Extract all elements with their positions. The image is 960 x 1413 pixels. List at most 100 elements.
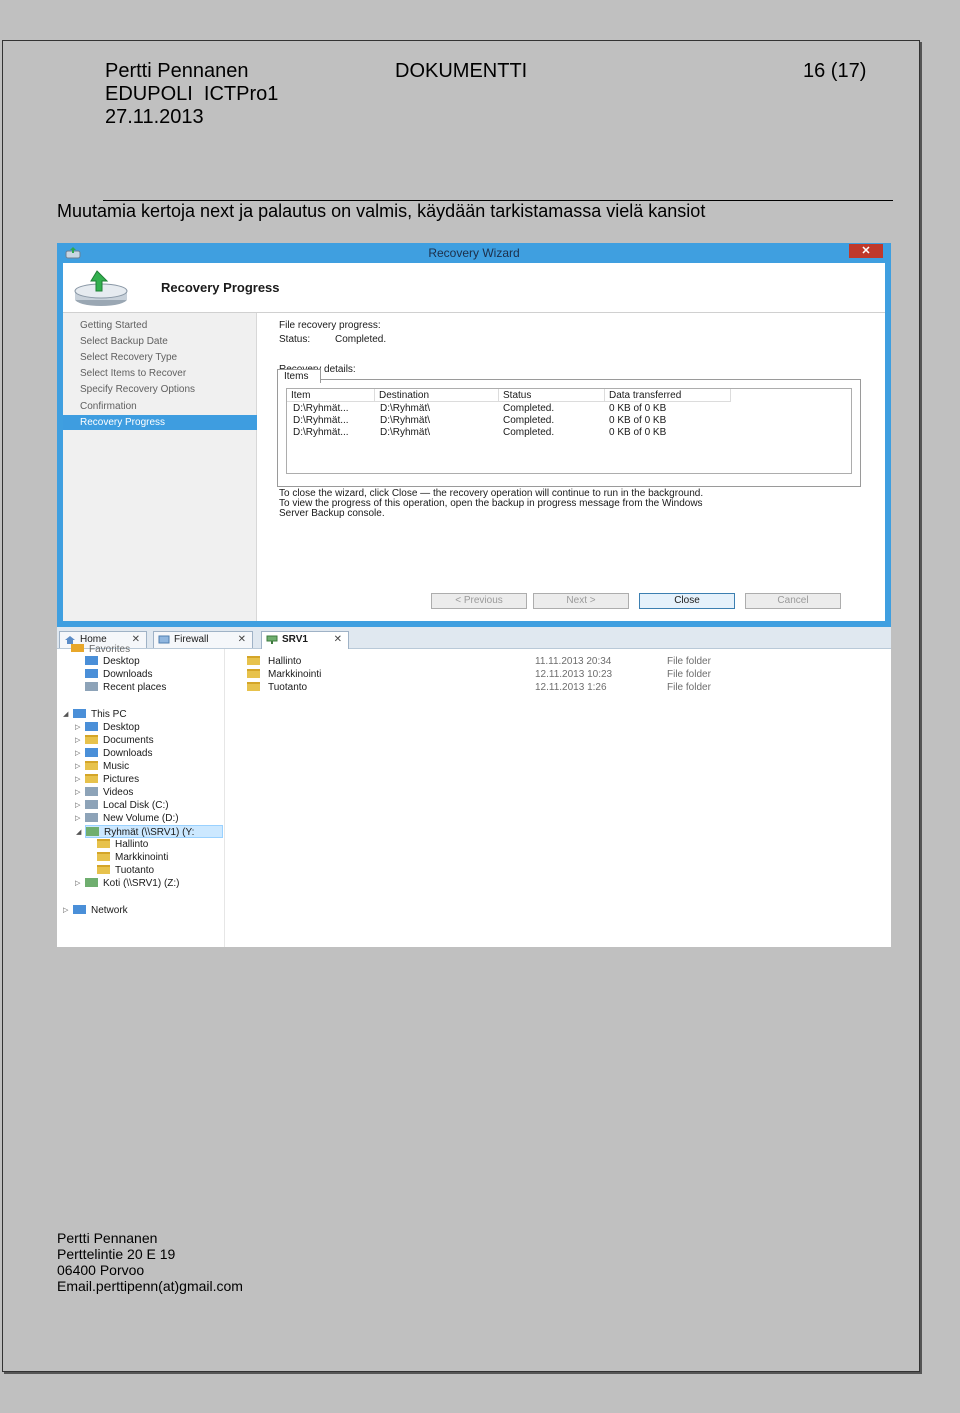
tree-label: Hallinto	[115, 839, 149, 850]
screenshot-panel: Recovery Wizard ✕ Recovery Progress Gett…	[57, 243, 891, 947]
close-icon[interactable]: ✕	[849, 244, 883, 258]
folder-icon	[97, 839, 110, 848]
column-data-transferred[interactable]: Data transferred	[605, 389, 731, 402]
recovery-wizard-window: Recovery Wizard ✕ Recovery Progress Gett…	[57, 243, 891, 627]
tree-item-ryhmat-drive[interactable]: ◢ Ryhmät (\\SRV1) (Y:	[76, 825, 223, 838]
cell-destination: D:\Ryhmät\	[380, 427, 431, 438]
tab-firewall[interactable]: Firewall ✕	[153, 631, 253, 648]
document-date: 27.11.2013	[105, 106, 204, 128]
cell-status: Completed.	[503, 403, 555, 414]
tree-label: Pictures	[103, 774, 140, 785]
tree-item-local-disk[interactable]: ▷ Local Disk (C:)	[75, 799, 169, 812]
collapsed-arrow-icon: ▷	[75, 750, 81, 757]
footer-name: Pertti Pennanen	[57, 1230, 158, 1246]
step-recovery-progress[interactable]: Recovery Progress	[63, 415, 257, 430]
file-date: 12.11.2013 1:26	[535, 682, 607, 693]
step-confirmation[interactable]: Confirmation	[63, 399, 257, 414]
tree-label: Markkinointi	[115, 852, 169, 863]
status-value: Completed.	[335, 334, 387, 345]
tree-favorites[interactable]: Favorites	[71, 643, 130, 652]
tree-item-desktop[interactable]: Desktop	[85, 655, 140, 668]
music-icon	[85, 761, 98, 770]
cell-status: Completed.	[503, 415, 555, 426]
collapsed-arrow-icon: ▷	[75, 763, 81, 770]
cell-status: Completed.	[503, 427, 555, 438]
file-type: File folder	[667, 682, 711, 693]
tree-label: Koti (\\SRV1) (Z:)	[103, 878, 180, 889]
tree-item-koti-drive[interactable]: ▷ Koti (\\SRV1) (Z:)	[75, 877, 180, 890]
author-name: Pertti Pennanen	[105, 60, 249, 82]
wizard-content: File recovery progress: Status: Complete…	[257, 313, 885, 621]
next-button[interactable]: Next >	[533, 593, 629, 609]
file-name: Tuotanto	[268, 682, 308, 693]
collapsed-arrow-icon: ▷	[75, 880, 81, 887]
desktop-icon	[85, 722, 98, 731]
tree-label: Documents	[103, 735, 154, 746]
downloads-icon	[85, 669, 98, 678]
pictures-icon	[85, 774, 98, 783]
organization: EDUPOLI ICTPro1	[105, 83, 279, 105]
wizard-body: Recovery Progress Getting Started Select…	[63, 263, 885, 621]
computer-icon	[73, 709, 86, 718]
collapsed-arrow-icon: ▷	[75, 789, 81, 796]
tree-label: New Volume (D:)	[103, 813, 179, 824]
tree-item-documents[interactable]: ▷ Documents	[75, 734, 154, 747]
tree-label: Music	[103, 761, 130, 772]
tree-item-tuotanto[interactable]: Tuotanto	[97, 864, 154, 877]
tree-label: Network	[91, 905, 128, 916]
step-recovery-options[interactable]: Specify Recovery Options	[63, 382, 257, 397]
file-row-tuotanto[interactable]: Tuotanto	[247, 681, 307, 694]
file-row-markkinointi[interactable]: Markkinointi	[247, 668, 321, 681]
status-label: Status:	[279, 334, 311, 345]
document-page: Pertti Pennanen EDUPOLI ICTPro1 27.11.20…	[2, 40, 920, 1372]
close-icon[interactable]: ✕	[334, 632, 342, 647]
tree-item-markkinointi[interactable]: Markkinointi	[97, 851, 168, 864]
tree-item-new-volume[interactable]: ▷ New Volume (D:)	[75, 812, 179, 825]
items-tab[interactable]: Items	[277, 369, 321, 383]
close-button[interactable]: Close	[639, 593, 735, 609]
tree-item-hallinto[interactable]: Hallinto	[97, 838, 148, 851]
folder-icon	[97, 852, 110, 861]
column-destination[interactable]: Destination	[375, 389, 499, 402]
folder-icon	[247, 669, 260, 678]
column-status[interactable]: Status	[499, 389, 605, 402]
footer-city: 06400 Porvoo	[57, 1262, 145, 1278]
network-drive-icon	[266, 635, 278, 644]
tree-network[interactable]: ▷ Network	[63, 904, 128, 917]
tab-srv1[interactable]: SRV1 ✕	[261, 631, 349, 649]
tab-label: SRV1	[282, 634, 308, 645]
tree-label: Desktop	[103, 656, 140, 667]
tree-item-desktop[interactable]: ▷ Desktop	[75, 721, 140, 734]
tree-item-music[interactable]: ▷ Music	[75, 760, 130, 773]
wizard-title: Recovery Wizard	[428, 246, 520, 260]
videos-icon	[85, 787, 98, 796]
tree-item-pictures[interactable]: ▷ Pictures	[75, 773, 140, 786]
step-select-items[interactable]: Select Items to Recover	[63, 366, 257, 381]
tree-label: Desktop	[103, 722, 140, 733]
cell-destination: D:\Ryhmät\	[380, 403, 431, 414]
tree-item-downloads[interactable]: ▷ Downloads	[75, 747, 152, 760]
step-select-backup-date[interactable]: Select Backup Date	[63, 334, 257, 349]
tree-item-downloads[interactable]: Downloads	[85, 668, 152, 681]
tree-item-recent[interactable]: Recent places	[85, 681, 166, 694]
page-number: 16 (17)	[803, 60, 867, 82]
tab-label: Firewall	[174, 634, 209, 645]
progress-label: File recovery progress:	[279, 320, 381, 331]
step-getting-started[interactable]: Getting Started	[63, 318, 257, 333]
hard-drive-icon	[85, 813, 98, 822]
folder-icon	[247, 656, 260, 665]
expanded-arrow-icon: ◢	[76, 829, 82, 836]
file-row-hallinto[interactable]: Hallinto	[247, 655, 301, 668]
step-select-recovery-type[interactable]: Select Recovery Type	[63, 350, 257, 365]
previous-button[interactable]: < Previous	[431, 593, 527, 609]
column-item[interactable]: Item	[287, 389, 375, 402]
close-icon[interactable]: ✕	[238, 632, 246, 647]
close-icon[interactable]: ✕	[132, 632, 140, 647]
cell-data: 0 KB of 0 KB	[609, 427, 667, 438]
tree-this-pc[interactable]: ◢ This PC	[63, 708, 127, 721]
firewall-icon	[158, 635, 170, 644]
tree-item-videos[interactable]: ▷ Videos	[75, 786, 133, 799]
cancel-button[interactable]: Cancel	[745, 593, 841, 609]
explorer-tab-bar: Home ✕ Firewall ✕ SRV1 ✕	[57, 627, 891, 649]
folder-icon	[247, 682, 260, 691]
